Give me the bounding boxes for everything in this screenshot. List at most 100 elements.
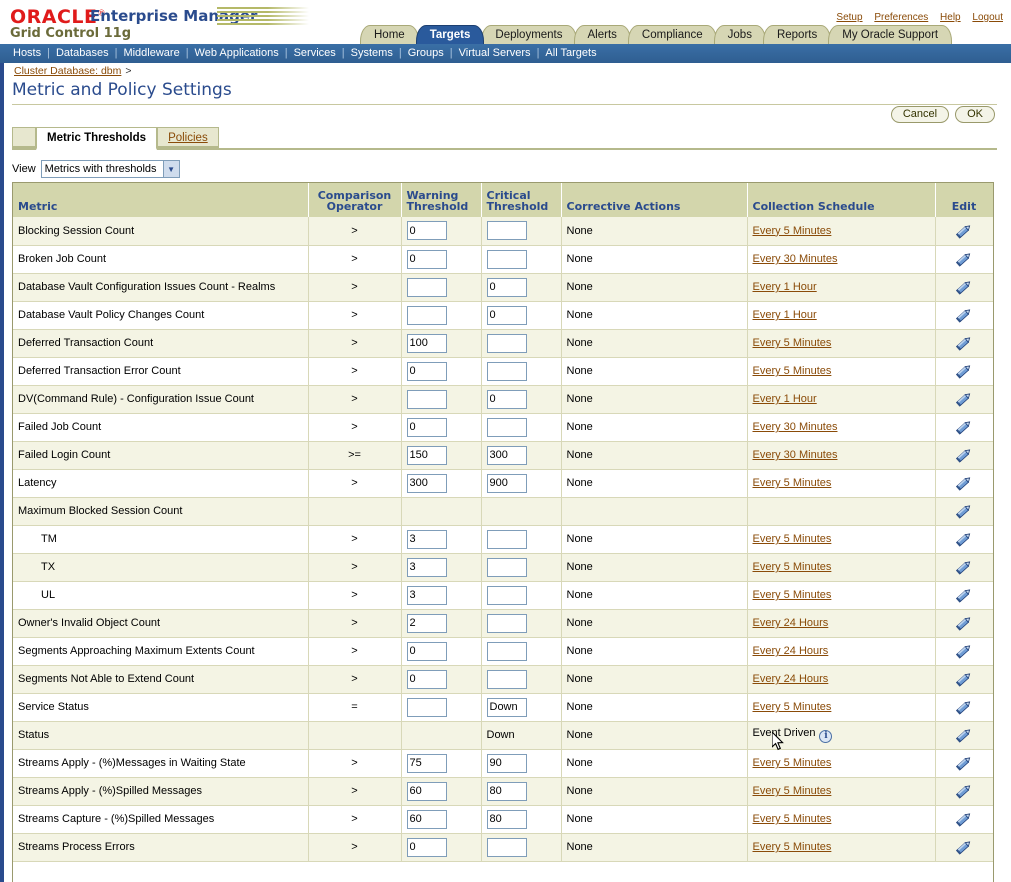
collection-schedule-link[interactable]: Every 5 Minutes [753, 813, 832, 825]
edit-pencil-icon[interactable] [954, 334, 974, 352]
breadcrumb-link-cluster-database[interactable]: Cluster Database: dbm [14, 65, 121, 77]
critical-threshold-input[interactable] [487, 558, 527, 577]
edit-pencil-icon[interactable] [954, 558, 974, 576]
cell-edit[interactable] [935, 777, 993, 805]
critical-threshold-input[interactable] [487, 221, 527, 240]
cell-edit[interactable] [935, 637, 993, 665]
cell-edit[interactable] [935, 665, 993, 693]
warning-threshold-input[interactable] [407, 530, 447, 549]
edit-pencil-icon[interactable] [954, 446, 974, 464]
warning-threshold-input[interactable] [407, 670, 447, 689]
warning-threshold-input[interactable] [407, 390, 447, 409]
subnav-item-hosts[interactable]: Hosts [8, 47, 46, 59]
collection-schedule-link[interactable]: Every 5 Minutes [753, 841, 832, 853]
subnav-item-groups[interactable]: Groups [403, 47, 449, 59]
subnav-item-systems[interactable]: Systems [346, 47, 398, 59]
collection-schedule-link[interactable]: Every 5 Minutes [753, 757, 832, 769]
edit-pencil-icon[interactable] [954, 222, 974, 240]
collection-schedule-link[interactable]: Every 24 Hours [753, 617, 829, 629]
collection-schedule-link[interactable]: Every 5 Minutes [753, 561, 832, 573]
edit-pencil-icon[interactable] [954, 586, 974, 604]
subnav-item-middleware[interactable]: Middleware [118, 47, 184, 59]
cell-edit[interactable] [935, 553, 993, 581]
cell-edit[interactable] [935, 301, 993, 329]
critical-threshold-input[interactable] [487, 418, 527, 437]
collection-schedule-link[interactable]: Every 5 Minutes [753, 477, 832, 489]
warning-threshold-input[interactable] [407, 754, 447, 773]
warning-threshold-input[interactable] [407, 642, 447, 661]
warning-threshold-input[interactable] [407, 810, 447, 829]
critical-threshold-input[interactable] [487, 810, 527, 829]
edit-pencil-icon[interactable] [954, 782, 974, 800]
warning-threshold-input[interactable] [407, 782, 447, 801]
tab-compliance[interactable]: Compliance [628, 25, 717, 44]
warning-threshold-input[interactable] [407, 586, 447, 605]
collection-schedule-link[interactable]: Every 30 Minutes [753, 253, 838, 265]
cell-edit[interactable] [935, 217, 993, 245]
cell-edit[interactable] [935, 273, 993, 301]
cell-edit[interactable] [935, 497, 993, 525]
cell-edit[interactable] [935, 329, 993, 357]
cell-edit[interactable] [935, 413, 993, 441]
critical-threshold-input[interactable] [487, 446, 527, 465]
edit-pencil-icon[interactable] [954, 474, 974, 492]
edit-pencil-icon[interactable] [954, 390, 974, 408]
subnav-item-databases[interactable]: Databases [51, 47, 114, 59]
sub-tab-policies[interactable]: Policies [157, 127, 219, 148]
critical-threshold-input[interactable] [487, 698, 527, 717]
collection-schedule-link[interactable]: Every 1 Hour [753, 281, 817, 293]
cell-edit[interactable] [935, 245, 993, 273]
warning-threshold-input[interactable] [407, 614, 447, 633]
edit-pencil-icon[interactable] [954, 670, 974, 688]
warning-threshold-input[interactable] [407, 306, 447, 325]
edit-pencil-icon[interactable] [954, 250, 974, 268]
warning-threshold-input[interactable] [407, 221, 447, 240]
critical-threshold-input[interactable] [487, 586, 527, 605]
collection-schedule-link[interactable]: Every 5 Minutes [753, 785, 832, 797]
subnav-item-virtual-servers[interactable]: Virtual Servers [454, 47, 536, 59]
critical-threshold-input[interactable] [487, 474, 527, 493]
collection-schedule-link[interactable]: Every 5 Minutes [753, 365, 832, 377]
edit-pencil-icon[interactable] [954, 278, 974, 296]
warning-threshold-input[interactable] [407, 446, 447, 465]
critical-threshold-input[interactable] [487, 362, 527, 381]
cell-edit[interactable] [935, 469, 993, 497]
critical-threshold-input[interactable] [487, 614, 527, 633]
subnav-item-web-applications[interactable]: Web Applications [190, 47, 284, 59]
critical-threshold-input[interactable] [487, 390, 527, 409]
tab-targets[interactable]: Targets [416, 25, 485, 44]
cell-edit[interactable] [935, 749, 993, 777]
critical-threshold-input[interactable] [487, 278, 527, 297]
edit-pencil-icon[interactable] [954, 810, 974, 828]
collection-schedule-link[interactable]: Every 1 Hour [753, 309, 817, 321]
collection-schedule-link[interactable]: Every 5 Minutes [753, 701, 832, 713]
warning-threshold-input[interactable] [407, 278, 447, 297]
critical-threshold-input[interactable] [487, 670, 527, 689]
tab-home[interactable]: Home [360, 25, 419, 44]
collection-schedule-link[interactable]: Every 24 Hours [753, 673, 829, 685]
collection-schedule-link[interactable]: Every 30 Minutes [753, 421, 838, 433]
cell-edit[interactable] [935, 357, 993, 385]
subnav-item-all-targets[interactable]: All Targets [540, 47, 601, 59]
cancel-button[interactable]: Cancel [891, 106, 949, 123]
collection-schedule-link[interactable]: Every 5 Minutes [753, 589, 832, 601]
tab-alerts[interactable]: Alerts [574, 25, 631, 44]
cell-edit[interactable] [935, 805, 993, 833]
warning-threshold-input[interactable] [407, 838, 447, 857]
tab-reports[interactable]: Reports [763, 25, 831, 44]
ok-button[interactable]: OK [955, 106, 995, 123]
critical-threshold-input[interactable] [487, 306, 527, 325]
warning-threshold-input[interactable] [407, 558, 447, 577]
edit-pencil-icon[interactable] [954, 754, 974, 772]
subnav-item-services[interactable]: Services [289, 47, 341, 59]
collection-schedule-link[interactable]: Every 30 Minutes [753, 449, 838, 461]
edit-pencil-icon[interactable] [954, 530, 974, 548]
warning-threshold-input[interactable] [407, 362, 447, 381]
collection-schedule-link[interactable]: Every 5 Minutes [753, 337, 832, 349]
tab-my-oracle-support[interactable]: My Oracle Support [828, 25, 952, 44]
cell-edit[interactable] [935, 721, 993, 749]
cell-edit[interactable] [935, 693, 993, 721]
info-icon[interactable]: i [819, 730, 832, 743]
utility-link-preferences[interactable]: Preferences [874, 12, 928, 23]
warning-threshold-input[interactable] [407, 250, 447, 269]
